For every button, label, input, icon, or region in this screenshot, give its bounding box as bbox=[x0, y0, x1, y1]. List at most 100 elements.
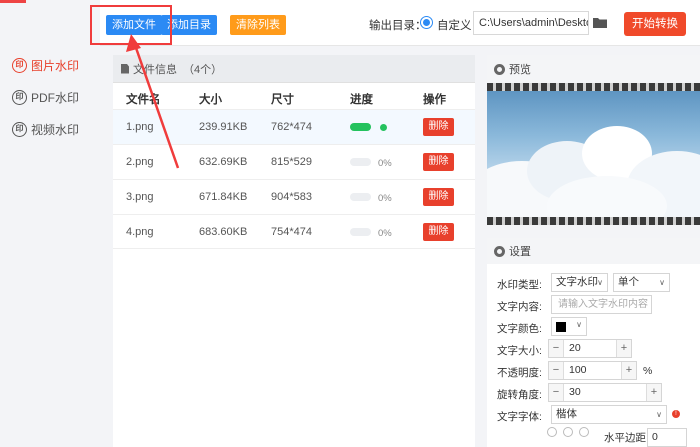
font-family-label: 文字字体: bbox=[497, 411, 542, 423]
opacity-stepper[interactable]: − 100 + bbox=[548, 361, 637, 380]
progress-bar bbox=[350, 158, 371, 166]
preview-title: 预览 bbox=[509, 64, 531, 76]
delete-button[interactable]: 删除 bbox=[423, 153, 454, 171]
delete-button[interactable]: 删除 bbox=[423, 188, 454, 206]
h-margin-input[interactable]: 0 bbox=[647, 428, 687, 447]
file-size: 239.91KB bbox=[199, 121, 248, 133]
watermark-type-select[interactable]: 文字水印 ∨ bbox=[551, 273, 608, 292]
column-header-action: 操作 bbox=[423, 94, 446, 106]
sky-image bbox=[487, 91, 700, 225]
table-header: 文件名 大小 尺寸 进度 操作 bbox=[113, 83, 475, 109]
font-family-value: 楷体 bbox=[556, 408, 577, 420]
font-family-select[interactable]: 楷体 ∨ bbox=[551, 405, 667, 424]
settings-header: 设置 bbox=[487, 238, 700, 264]
preview-image bbox=[487, 83, 700, 225]
delete-button[interactable]: 删除 bbox=[423, 118, 454, 136]
column-header-progress: 进度 bbox=[350, 94, 373, 106]
decrement-button[interactable]: − bbox=[549, 384, 564, 401]
file-name: 1.png bbox=[126, 121, 154, 133]
progress-bar bbox=[350, 123, 371, 131]
color-swatch bbox=[556, 322, 566, 332]
opacity-unit: % bbox=[643, 365, 653, 377]
start-convert-button[interactable]: 开始转换 bbox=[624, 12, 686, 36]
chevron-down-icon: ∨ bbox=[597, 278, 603, 287]
file-size: 683.60KB bbox=[199, 226, 248, 238]
sidebar-item-label: PDF水印 bbox=[31, 90, 80, 105]
settings-panel: 设置 水印类型: 文字水印 ∨ 单个 ∨ 文字内容: 请输入文字水印内容 文字颜… bbox=[487, 238, 700, 447]
watermark-type-row: 水印类型: 文字水印 ∨ 单个 ∨ bbox=[487, 273, 700, 293]
folder-icon[interactable] bbox=[593, 17, 607, 28]
text-content-row: 文字内容: 请输入文字水印内容 bbox=[487, 295, 700, 315]
file-size: 632.69KB bbox=[199, 156, 248, 168]
font-family-row: 文字字体: 楷体 ∨ ! bbox=[487, 405, 700, 425]
document-icon bbox=[121, 63, 129, 74]
table-row[interactable]: 2.png 632.69KB 815*529 0% 删除 bbox=[113, 144, 475, 179]
table-row[interactable]: 1.png 239.91KB 762*474 删除 bbox=[113, 109, 475, 144]
seal-icon: 印 bbox=[12, 57, 27, 73]
clear-list-button[interactable]: 清除列表 bbox=[230, 15, 286, 35]
chevron-down-icon: ∨ bbox=[656, 410, 662, 419]
film-strip-bottom bbox=[487, 217, 700, 225]
sidebar-accent bbox=[0, 0, 26, 3]
preview-panel: 预览 bbox=[487, 55, 700, 225]
file-name: 3.png bbox=[126, 191, 154, 203]
opacity-row: 不透明度: − 100 + % bbox=[487, 361, 700, 381]
file-panel-title: 文件信息 bbox=[133, 63, 177, 76]
rotation-row: 旋转角度: − 30 + bbox=[487, 383, 700, 403]
text-color-row: 文字颜色: ∨ bbox=[487, 317, 700, 337]
sidebar-item-pdf-watermark[interactable]: 印 PDF水印 bbox=[12, 88, 79, 106]
rotation-value: 30 bbox=[569, 386, 581, 398]
rotation-label: 旋转角度: bbox=[497, 389, 542, 401]
preview-header: 预览 bbox=[487, 55, 700, 83]
rotation-stepper[interactable]: − 30 + bbox=[548, 383, 662, 402]
sidebar-item-label: 视频水印 bbox=[31, 122, 80, 137]
font-size-row: 文字大小: − 20 + bbox=[487, 339, 700, 359]
text-color-picker[interactable]: ∨ bbox=[551, 317, 587, 336]
file-name: 4.png bbox=[126, 226, 154, 238]
sidebar-item-image-watermark[interactable]: 印 图片水印 bbox=[12, 56, 79, 74]
progress-bar bbox=[350, 193, 371, 201]
file-panel-header: 文件信息 （4个） bbox=[113, 55, 475, 83]
output-path-input[interactable]: C:\Users\admin\Deskto bbox=[473, 11, 589, 35]
watermark-mode-select[interactable]: 单个 ∨ bbox=[613, 273, 670, 292]
file-size: 671.84KB bbox=[199, 191, 248, 203]
seal-icon: 印 bbox=[12, 89, 27, 105]
increment-button[interactable]: + bbox=[616, 340, 631, 357]
progress-fill bbox=[350, 123, 371, 131]
text-content-label: 文字内容: bbox=[497, 301, 542, 313]
position-radio[interactable] bbox=[563, 427, 573, 437]
file-name: 2.png bbox=[126, 156, 154, 168]
h-margin-label: 水平边距 bbox=[604, 432, 646, 444]
custom-output-label: 自定义 bbox=[437, 20, 472, 32]
column-header-name: 文件名 bbox=[126, 94, 161, 106]
increment-button[interactable]: + bbox=[621, 362, 636, 379]
progress-bar bbox=[350, 228, 371, 236]
sidebar-item-video-watermark[interactable]: 印 视频水印 bbox=[12, 120, 79, 138]
decrement-button[interactable]: − bbox=[549, 362, 564, 379]
font-size-value: 20 bbox=[569, 342, 581, 354]
decrement-button[interactable]: − bbox=[549, 340, 564, 357]
chevron-down-icon: ∨ bbox=[659, 278, 665, 287]
watermark-mode-value: 单个 bbox=[618, 276, 639, 288]
text-content-input[interactable]: 请输入文字水印内容 bbox=[551, 295, 652, 314]
warning-icon: ! bbox=[672, 410, 680, 418]
highlight-box bbox=[90, 5, 172, 45]
text-color-label: 文字颜色: bbox=[497, 323, 542, 335]
table-row[interactable]: 4.png 683.60KB 754*474 0% 删除 bbox=[113, 214, 475, 249]
table-row[interactable]: 3.png 671.84KB 904*583 0% 删除 bbox=[113, 179, 475, 214]
gear-icon bbox=[494, 245, 505, 257]
toolbar: 添加文件 添加目录 清除列表 输出目录： 自定义 C:\Users\admin\… bbox=[100, 0, 700, 46]
delete-button[interactable]: 删除 bbox=[423, 223, 454, 241]
position-radio[interactable] bbox=[547, 427, 557, 437]
custom-output-radio[interactable] bbox=[420, 16, 433, 29]
position-radio[interactable] bbox=[579, 427, 589, 437]
font-size-stepper[interactable]: − 20 + bbox=[548, 339, 632, 358]
sidebar: 印 图片水印 印 PDF水印 印 视频水印 bbox=[0, 0, 100, 447]
file-count: （4个） bbox=[183, 63, 223, 76]
file-list-panel: 文件信息 （4个） 文件名 大小 尺寸 进度 操作 1.png 239.91KB… bbox=[113, 55, 475, 447]
sidebar-item-label: 图片水印 bbox=[31, 58, 80, 73]
column-header-size: 大小 bbox=[199, 94, 222, 106]
increment-button[interactable]: + bbox=[646, 384, 661, 401]
watermark-type-label: 水印类型: bbox=[497, 279, 542, 291]
opacity-label: 不透明度: bbox=[497, 367, 542, 379]
